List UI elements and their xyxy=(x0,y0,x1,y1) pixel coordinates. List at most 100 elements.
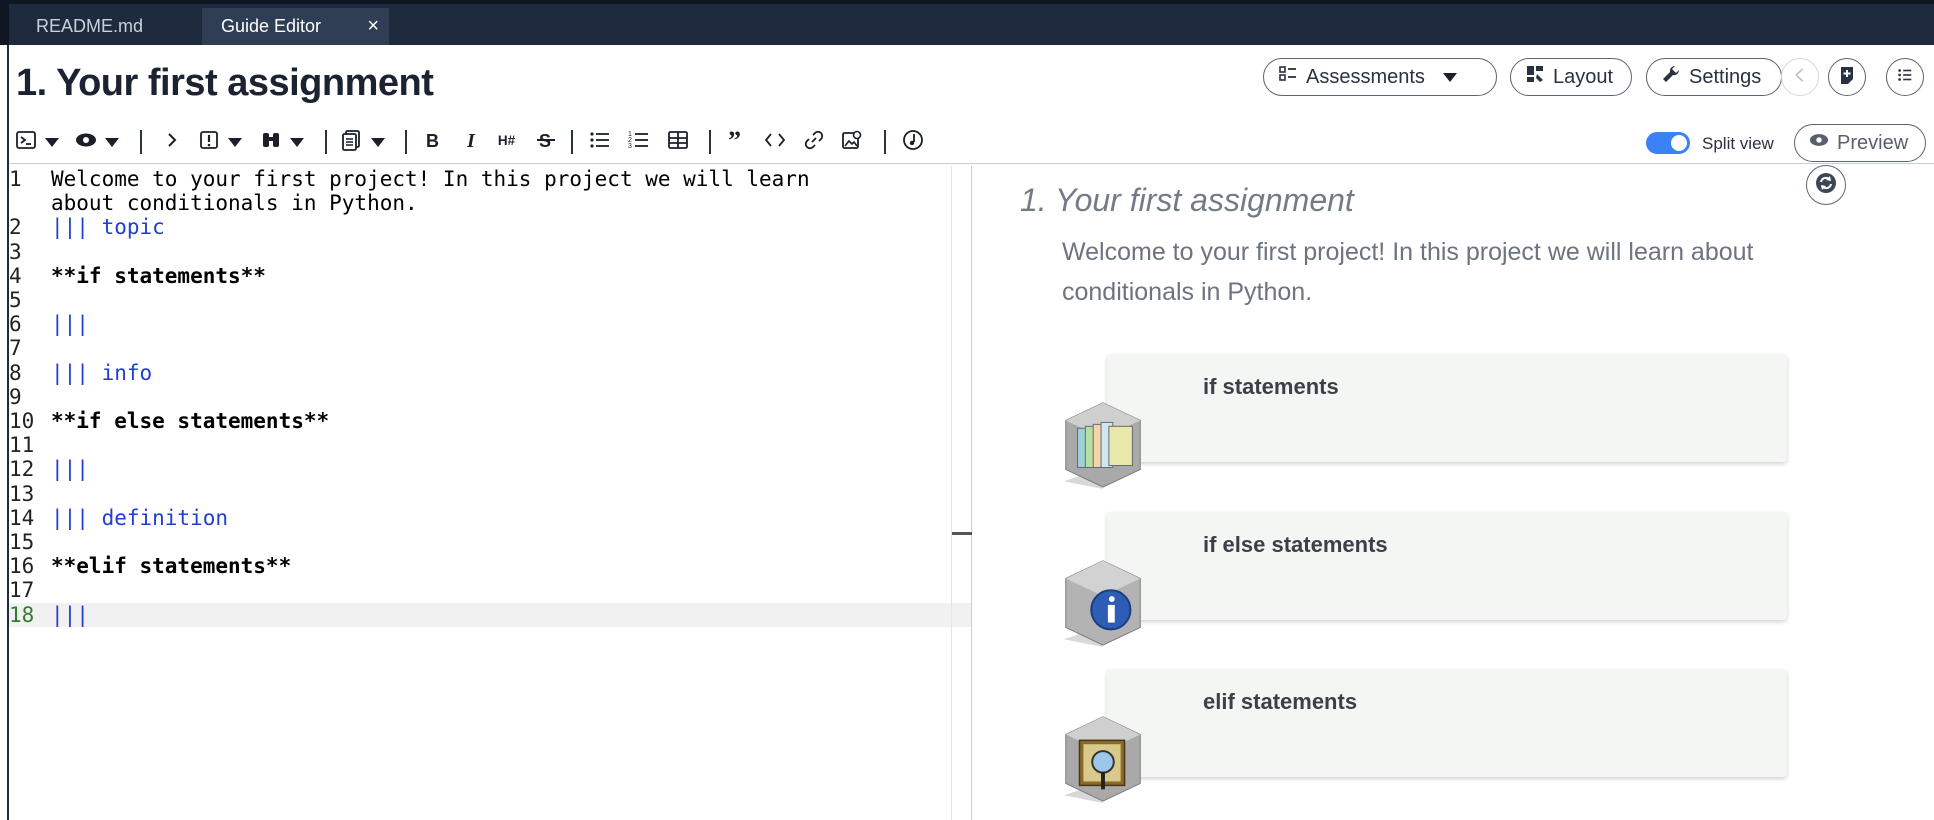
chevron-down-icon xyxy=(1442,72,1457,82)
line-number: 4 xyxy=(9,263,22,288)
link-button[interactable] xyxy=(803,130,825,154)
editor-line[interactable]: 10 **if else statements** xyxy=(9,409,971,433)
editor-line[interactable]: 15 xyxy=(9,530,971,554)
line-number: 15 xyxy=(9,530,35,554)
layout-label: Layout xyxy=(1553,65,1614,88)
editor-line[interactable]: 3 xyxy=(9,240,971,264)
code-icon xyxy=(764,129,786,156)
strikethrough-icon: S xyxy=(535,129,557,156)
wrench-icon xyxy=(1661,64,1681,90)
line-number: 13 xyxy=(9,481,35,506)
assessments-button[interactable]: Assessments xyxy=(1263,58,1497,96)
line-number: 8 xyxy=(9,360,22,385)
back-button[interactable] xyxy=(1781,58,1819,96)
preview-title: 1. Your first assignment xyxy=(1020,182,1354,218)
bold-button[interactable]: B xyxy=(422,130,444,154)
left-edge xyxy=(0,45,9,820)
editor-line[interactable]: 13 xyxy=(9,482,971,506)
line-number: 3 xyxy=(9,239,22,264)
tab-label: Guide Editor xyxy=(221,16,322,36)
tab-bar: README.md Guide Editor × xyxy=(0,0,1934,45)
code-text: ||| xyxy=(51,312,89,337)
editor-line[interactable]: 8 ||| info xyxy=(9,361,971,385)
strikethrough-button[interactable]: S xyxy=(535,130,557,154)
editor-edge xyxy=(951,166,952,820)
bullet-list-button[interactable] xyxy=(589,130,611,154)
editor-line[interactable]: 1 Welcome to your first project! In this … xyxy=(9,167,971,191)
table-button[interactable] xyxy=(667,130,689,154)
search-button[interactable] xyxy=(260,130,304,154)
svg-text:I: I xyxy=(466,130,476,151)
preview-button[interactable]: Preview xyxy=(1794,124,1926,162)
svg-text:B: B xyxy=(426,131,439,151)
settings-button[interactable]: Settings xyxy=(1646,58,1782,96)
sound-button[interactable] xyxy=(902,129,924,154)
topic-folders-icon xyxy=(1054,392,1152,492)
editor-line[interactable]: 5 xyxy=(9,288,971,312)
chevron-down-icon[interactable] xyxy=(371,137,385,147)
indent-button[interactable] xyxy=(161,130,183,154)
markdown-editor[interactable]: 1 Welcome to your first project! In this … xyxy=(9,166,971,820)
image-icon xyxy=(841,129,863,156)
tab-guide-editor[interactable]: Guide Editor × xyxy=(202,8,389,45)
add-page-button[interactable] xyxy=(1828,58,1866,96)
editor-line[interactable]: 7 xyxy=(9,336,971,360)
list-icon xyxy=(1896,66,1914,89)
layout-button[interactable]: Layout xyxy=(1510,58,1632,96)
preview-pane: 1. Your first assignment Welcome to your… xyxy=(972,166,1934,820)
close-tab-icon[interactable]: × xyxy=(367,16,379,36)
line-number: 16 xyxy=(9,554,35,579)
chevron-down-icon[interactable] xyxy=(105,137,119,147)
editor-line[interactable]: 11 xyxy=(9,433,971,457)
eye-icon xyxy=(75,129,97,156)
refresh-button[interactable] xyxy=(1806,165,1846,205)
chevron-right-icon xyxy=(161,129,183,156)
chevron-down-icon[interactable] xyxy=(228,137,242,147)
assessments-label: Assessments xyxy=(1306,65,1425,88)
binoculars-icon xyxy=(260,129,282,156)
editor-line[interactable]: 2 ||| topic xyxy=(9,215,971,239)
editor-line[interactable]: 9 xyxy=(9,385,971,409)
toggle-knob xyxy=(1671,135,1687,151)
quote-icon: ” xyxy=(726,126,748,156)
view-button[interactable] xyxy=(75,130,119,154)
toolbar-divider xyxy=(571,130,573,154)
code-button[interactable] xyxy=(764,130,786,154)
svg-text:3: 3 xyxy=(628,143,632,150)
line-number: 9 xyxy=(9,384,22,409)
numbered-list-button[interactable]: 123 xyxy=(628,130,650,154)
alert-button[interactable] xyxy=(198,130,242,154)
page-title: 1. Your first assignment xyxy=(16,62,434,104)
terminal-button[interactable] xyxy=(15,130,59,154)
file-copy-icon xyxy=(341,129,363,156)
alert-icon xyxy=(198,129,220,156)
splitter-handle[interactable] xyxy=(952,532,972,535)
line-number: 5 xyxy=(9,288,22,312)
code-text: ||| topic xyxy=(51,215,165,240)
line-number: 18 xyxy=(9,602,35,627)
code-text: about conditionals in Python. xyxy=(51,191,418,216)
heading-button[interactable]: H# xyxy=(497,130,519,154)
copy-button[interactable] xyxy=(341,129,385,156)
editor-line[interactable]: 17 xyxy=(9,578,971,602)
line-number: 12 xyxy=(9,457,35,482)
chevron-down-icon[interactable] xyxy=(45,137,59,147)
italic-button[interactable]: I xyxy=(461,130,483,154)
tab-readme[interactable]: README.md xyxy=(18,8,202,45)
editor-line[interactable]: 12 ||| xyxy=(9,457,971,481)
code-text: Welcome to your first project! In this p… xyxy=(51,167,810,191)
editor-line[interactable]: 18 ||| xyxy=(9,602,971,627)
chevron-down-icon[interactable] xyxy=(290,137,304,147)
image-button[interactable] xyxy=(841,130,863,154)
code-text: **if statements** xyxy=(51,263,266,288)
editor-line[interactable]: about conditionals in Python. xyxy=(9,191,971,215)
assessments-list-icon xyxy=(1278,64,1298,90)
split-view-toggle[interactable] xyxy=(1646,132,1690,154)
editor-line[interactable]: 6 ||| xyxy=(9,312,971,336)
editor-line[interactable]: 14 ||| definition xyxy=(9,506,971,530)
editor-line[interactable]: 4 **if statements** xyxy=(9,264,971,288)
code-text: **elif statements** xyxy=(51,554,292,579)
outline-button[interactable] xyxy=(1886,58,1924,96)
editor-line[interactable]: 16 **elif statements** xyxy=(9,554,971,578)
quote-button[interactable]: ” xyxy=(726,126,748,156)
